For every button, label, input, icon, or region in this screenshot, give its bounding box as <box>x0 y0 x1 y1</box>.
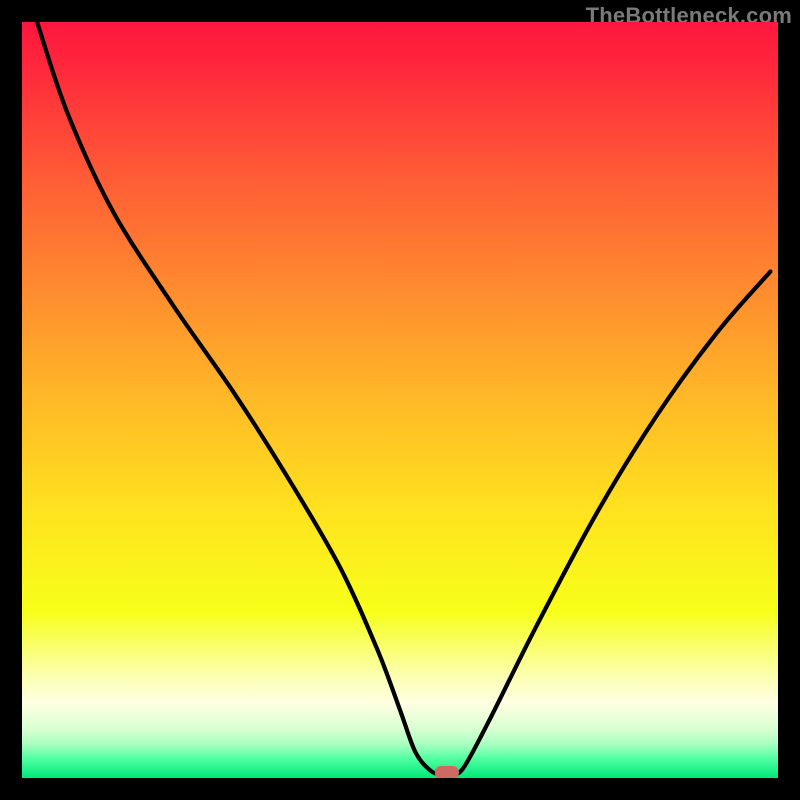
minimum-marker-icon <box>435 766 459 778</box>
bottleneck-chart <box>22 22 778 778</box>
chart-stage: TheBottleneck.com <box>0 0 800 800</box>
gradient-background <box>22 22 778 778</box>
